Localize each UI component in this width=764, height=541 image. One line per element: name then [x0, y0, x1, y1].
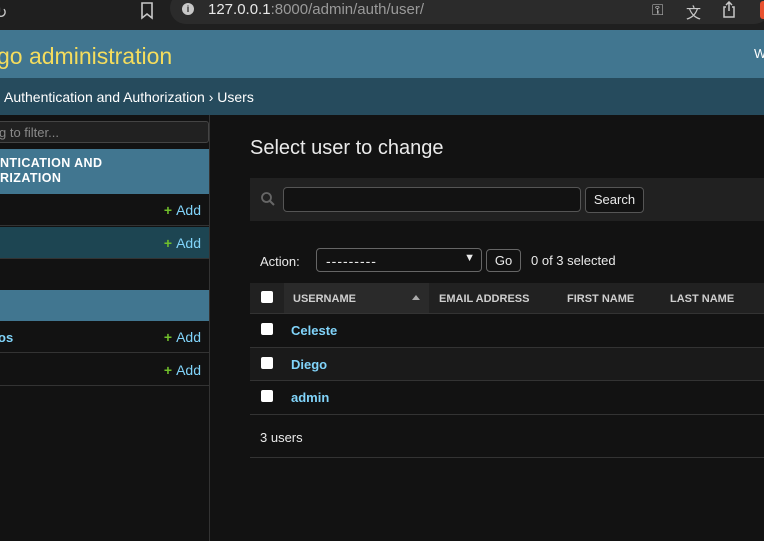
column-header-last-name[interactable]: LAST NAME: [670, 293, 734, 305]
search-input[interactable]: [283, 187, 581, 212]
column-header-email[interactable]: EMAIL ADDRESS: [439, 293, 529, 305]
add-label: Add: [176, 202, 201, 218]
sidebar-item-model-2[interactable]: + Add: [0, 354, 209, 386]
selection-count: 0 of 3 selected: [531, 253, 616, 268]
reload-icon[interactable]: ↻: [0, 3, 7, 23]
module-caption-line: RIZATION: [0, 171, 62, 185]
site-branding[interactable]: go administration: [0, 43, 172, 70]
module-caption-auth[interactable]: NTICATION AND RIZATION: [0, 149, 209, 194]
search-icon: [261, 192, 275, 206]
table-row: admin: [250, 381, 764, 415]
plus-icon: +: [163, 362, 173, 378]
username-link[interactable]: Celeste: [291, 323, 337, 338]
plus-icon: +: [163, 329, 173, 345]
module-caption-app[interactable]: [0, 290, 209, 321]
username-link[interactable]: Diego: [291, 357, 327, 372]
browser-toolbar: ↻ i 127.0.0.1:8000/admin/auth/user/ ⚿ 文: [0, 0, 764, 30]
add-link[interactable]: + Add: [164, 235, 201, 251]
sort-ascending-icon[interactable]: [412, 295, 420, 300]
content-main: Select user to change Search Action: ---…: [210, 115, 764, 541]
paginator: 3 users: [250, 415, 764, 458]
search-toolbar: Search: [250, 178, 764, 221]
translate-icon[interactable]: 文: [686, 2, 701, 23]
chevron-down-icon: ▼: [464, 252, 475, 264]
bookmark-icon[interactable]: [140, 2, 154, 20]
add-label: Add: [176, 362, 201, 378]
page-title: Select user to change: [250, 137, 444, 159]
row-checkbox[interactable]: [261, 390, 273, 402]
table-row: Celeste: [250, 314, 764, 348]
result-list: USERNAME EMAIL ADDRESS FIRST NAME LAST N…: [250, 283, 764, 458]
row-checkbox[interactable]: [261, 356, 273, 369]
sidebar-item-users[interactable]: + Add: [0, 227, 209, 259]
address-bar[interactable]: i 127.0.0.1:8000/admin/auth/user/: [170, 0, 764, 24]
action-select-value: ---------: [326, 253, 377, 269]
row-checkbox[interactable]: [261, 323, 273, 335]
column-header-username[interactable]: USERNAME: [293, 293, 356, 305]
sidebar-item-groups[interactable]: + Add: [0, 194, 209, 226]
module-caption-line: NTICATION AND: [0, 156, 103, 170]
table-header: USERNAME EMAIL ADDRESS FIRST NAME LAST N…: [250, 283, 764, 314]
add-link[interactable]: + Add: [164, 202, 201, 218]
column-header-first-name[interactable]: FIRST NAME: [567, 293, 634, 305]
address-url[interactable]: 127.0.0.1:8000/admin/auth/user/: [208, 1, 424, 18]
site-info-icon[interactable]: i: [182, 3, 194, 15]
plus-icon: +: [163, 202, 173, 218]
nav-filter-input[interactable]: g to filter...: [0, 121, 209, 143]
site-header: go administration W: [0, 30, 764, 78]
username-link[interactable]: admin: [291, 390, 329, 405]
sidebar-item-label[interactable]: os: [0, 330, 13, 345]
user-tools: W: [754, 46, 764, 61]
add-label: Add: [176, 329, 201, 345]
add-label: Add: [176, 235, 201, 251]
action-label: Action:: [260, 254, 300, 269]
key-icon[interactable]: ⚿: [652, 2, 663, 19]
sidebar-item-model-1[interactable]: os + Add: [0, 321, 209, 353]
add-link[interactable]: + Add: [164, 362, 201, 378]
select-all-checkbox[interactable]: [261, 291, 273, 303]
go-button[interactable]: Go: [486, 249, 521, 272]
plus-icon: +: [163, 235, 173, 251]
share-icon[interactable]: [722, 1, 736, 18]
url-path: :8000/admin/auth/user/: [270, 1, 424, 18]
action-select[interactable]: --------- ▼: [316, 248, 482, 272]
breadcrumb[interactable]: Authentication and Authorization › Users: [0, 78, 764, 115]
url-host: 127.0.0.1: [208, 1, 271, 18]
add-link[interactable]: + Add: [164, 329, 201, 345]
brave-shield-icon[interactable]: [760, 1, 764, 19]
nav-sidebar: g to filter... NTICATION AND RIZATION + A…: [0, 115, 210, 541]
table-row: Diego: [250, 347, 764, 381]
result-count: 3 users: [260, 429, 303, 445]
search-button[interactable]: Search: [585, 187, 644, 213]
actions-bar: Action: --------- ▼ Go 0 of 3 selected: [250, 245, 764, 275]
